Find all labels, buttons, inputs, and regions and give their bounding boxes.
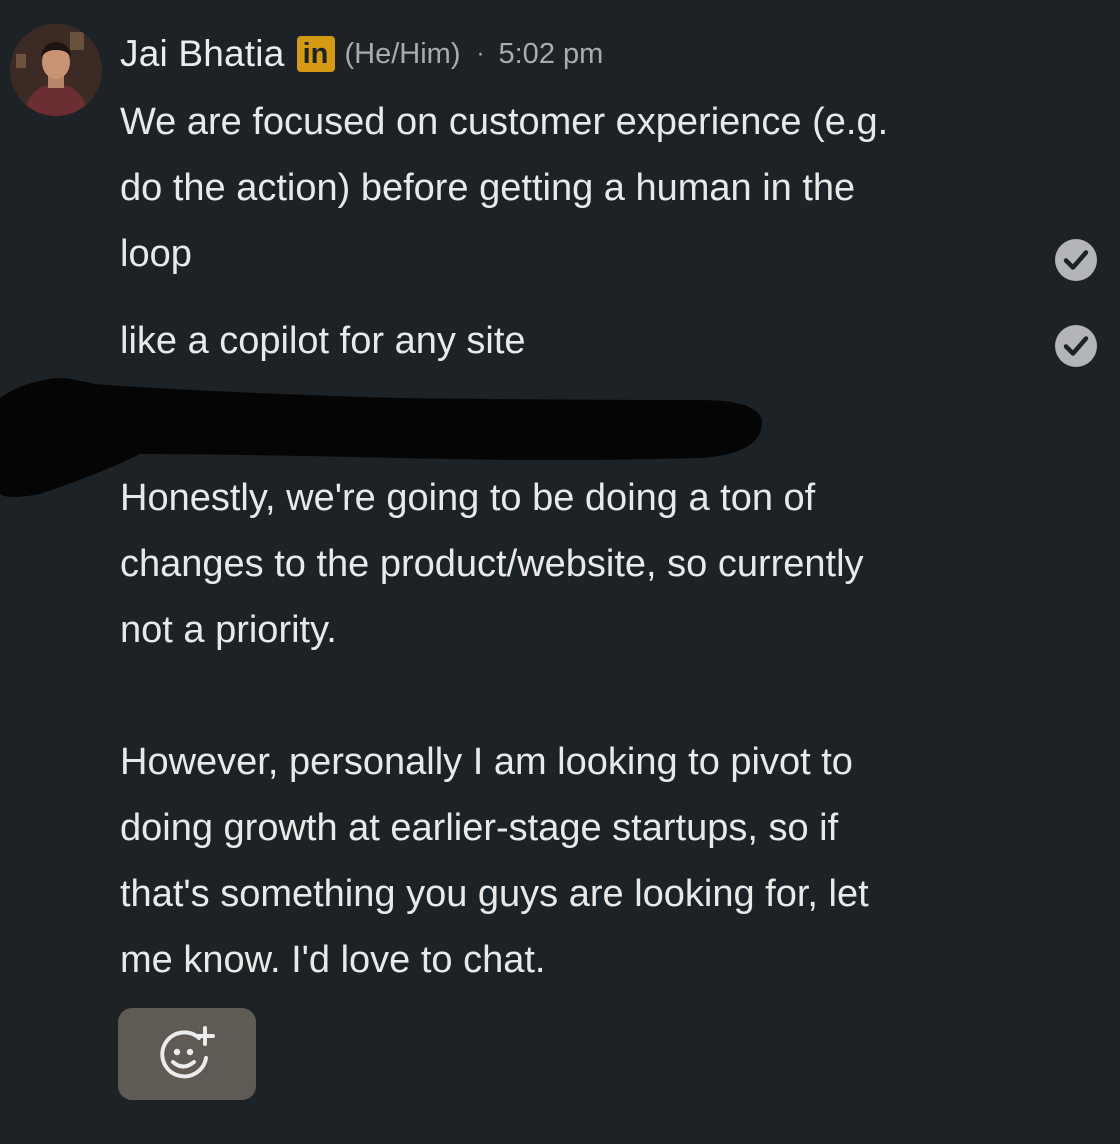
add-reaction-button[interactable]: [118, 1008, 256, 1100]
message-text: We are focused on customer experience (e…: [120, 101, 889, 275]
avatar-photo: [10, 24, 102, 116]
linkedin-icon: in: [296, 36, 335, 72]
avatar[interactable]: [10, 24, 102, 116]
message-header: Jai Bhatia in (He/Him) · 5:02 pm: [120, 30, 603, 78]
sender-pronouns: (He/Him): [344, 37, 461, 70]
message-text: Honestly, we're going to be doing a ton …: [120, 477, 869, 981]
header-separator: ·: [476, 40, 485, 67]
sender-name[interactable]: Jai Bhatia: [120, 33, 285, 75]
message-timestamp: 5:02 pm: [498, 37, 604, 70]
add-reaction-icon: [160, 1026, 215, 1079]
check-circle-icon: [1055, 239, 1097, 281]
message-text: like a copilot for any site: [120, 320, 526, 362]
check-circle-icon: [1055, 325, 1097, 367]
